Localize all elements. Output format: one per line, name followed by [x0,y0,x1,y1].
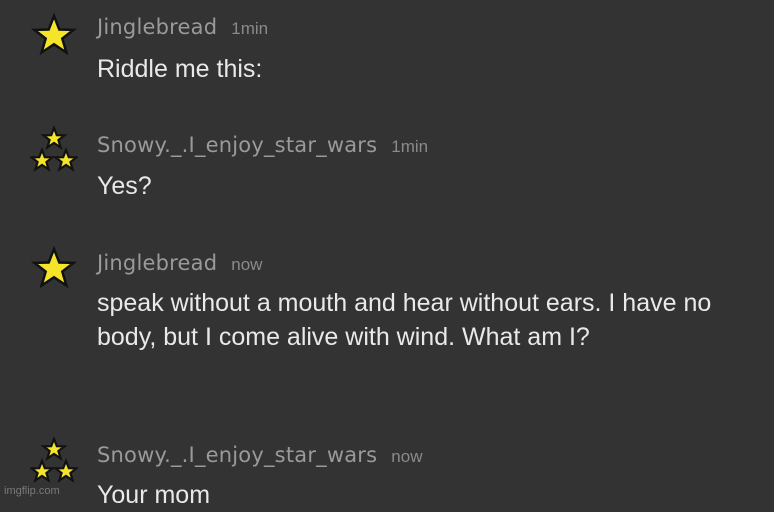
message-timestamp: 1min [391,137,429,156]
message-username[interactable]: Jinglebread now [97,251,262,277]
username-text[interactable]: Jinglebread [97,251,217,275]
message-username[interactable]: Snowy._.I_enjoy_star_wars now [97,443,422,469]
message-text: Yes? [97,172,152,200]
username-text[interactable]: Snowy._.I_enjoy_star_wars [97,443,377,467]
message-text: Riddle me this: [97,55,263,83]
message-timestamp: now [391,447,423,466]
username-text[interactable]: Jinglebread [97,15,217,39]
message-text: Your mom [97,481,211,509]
username-text[interactable]: Snowy._.I_enjoy_star_wars [97,133,377,157]
triple-star-icon[interactable] [30,126,78,174]
message-text: speak without a mouth and hear without e… [97,289,712,351]
imgflip-watermark: imgflip.com [4,485,60,497]
message-timestamp: 1min [231,19,269,38]
message-username[interactable]: Jinglebread 1min [97,15,268,41]
single-star-icon[interactable] [30,12,78,60]
message-timestamp: now [231,255,263,274]
message-username[interactable]: Snowy._.I_enjoy_star_wars 1min [97,133,428,159]
chat-feed: Jinglebread 1min Riddle me this: Snowy._.… [0,0,774,509]
triple-star-icon[interactable] [30,437,78,485]
single-star-icon[interactable] [30,245,78,293]
